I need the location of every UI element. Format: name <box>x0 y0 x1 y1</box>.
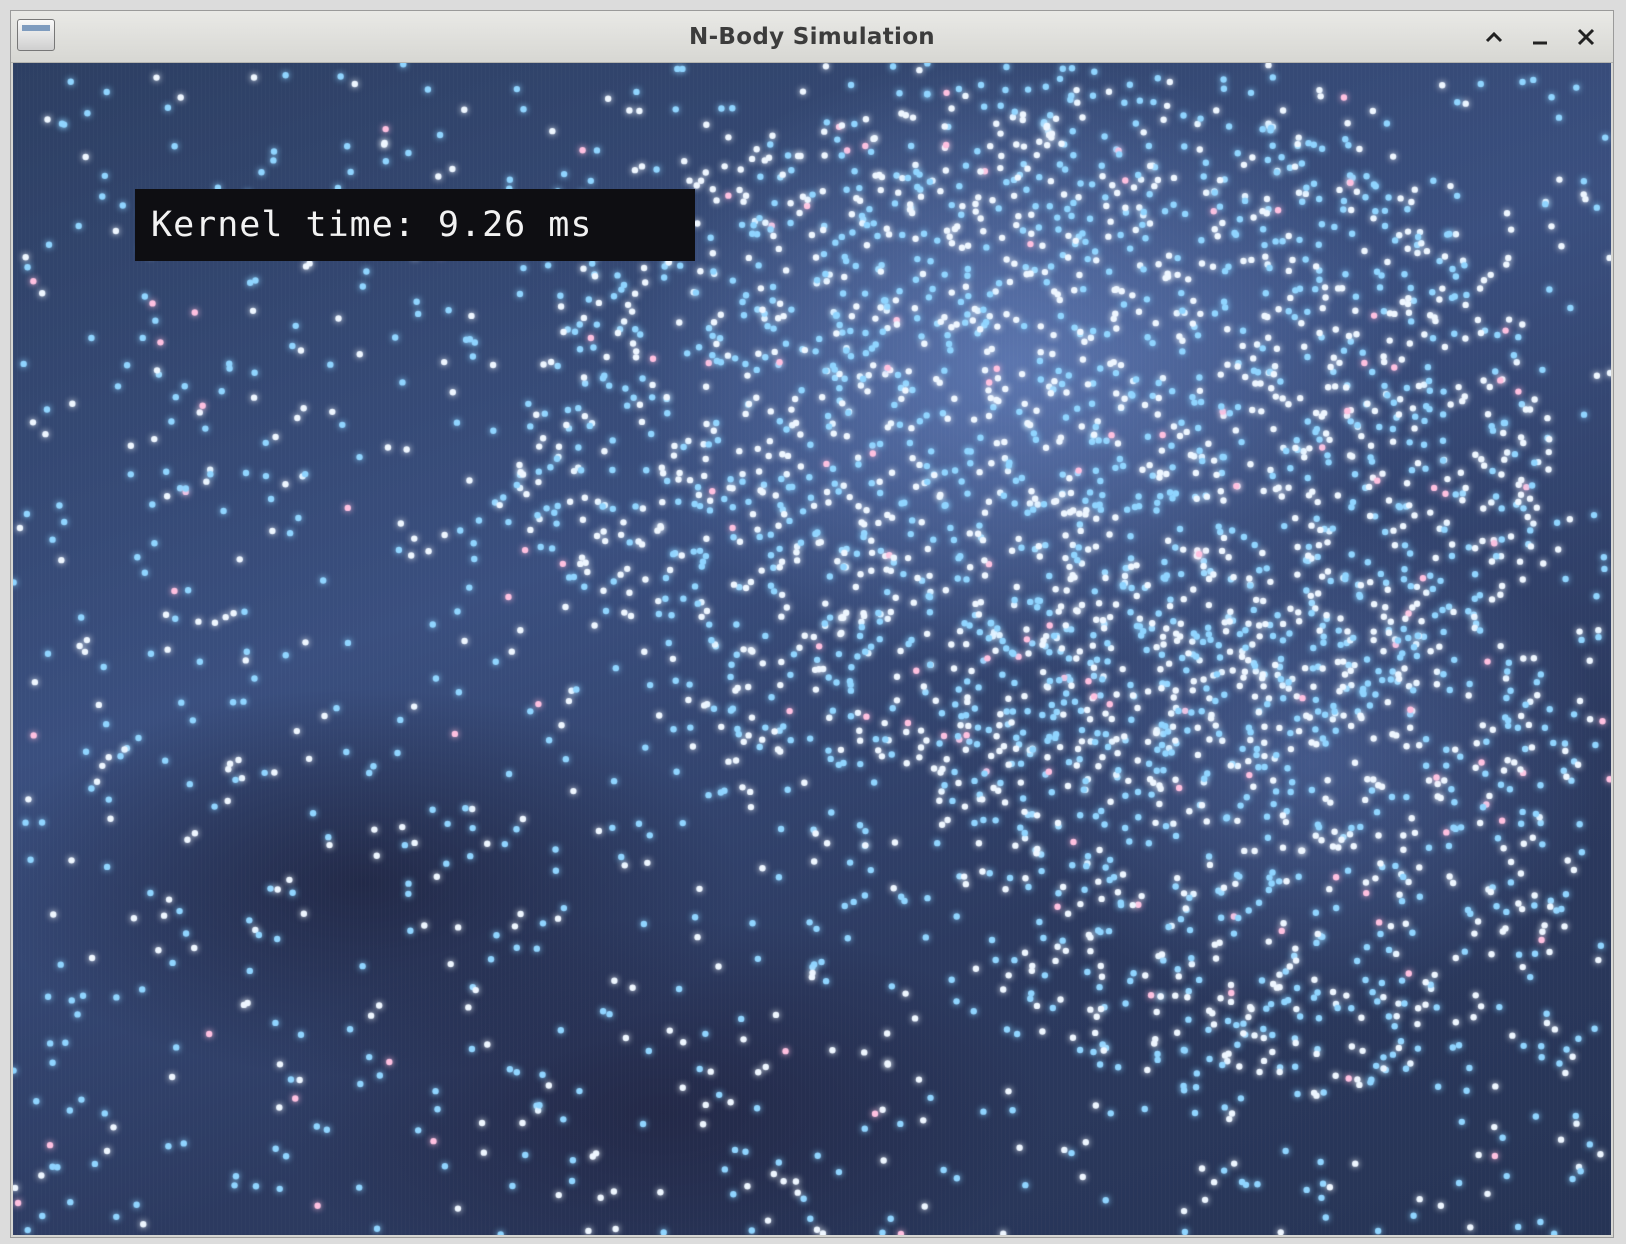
maximize-button[interactable] <box>1479 22 1509 52</box>
title-bar[interactable]: N-Body Simulation <box>11 11 1613 63</box>
close-button[interactable] <box>1571 22 1601 52</box>
simulation-viewport[interactable]: Kernel time: 9.26 ms <box>13 63 1611 1235</box>
kernel-time-label: Kernel time: 9.26 ms <box>135 189 695 261</box>
window-controls <box>1479 11 1601 63</box>
minimize-icon <box>1533 41 1547 45</box>
window-title: N-Body Simulation <box>689 24 935 50</box>
close-icon <box>1577 28 1595 46</box>
chevron-up-icon <box>1485 31 1503 43</box>
app-window: N-Body Simulation Kernel time: 9.26 ms <box>10 10 1614 1238</box>
minimize-button[interactable] <box>1525 22 1555 52</box>
